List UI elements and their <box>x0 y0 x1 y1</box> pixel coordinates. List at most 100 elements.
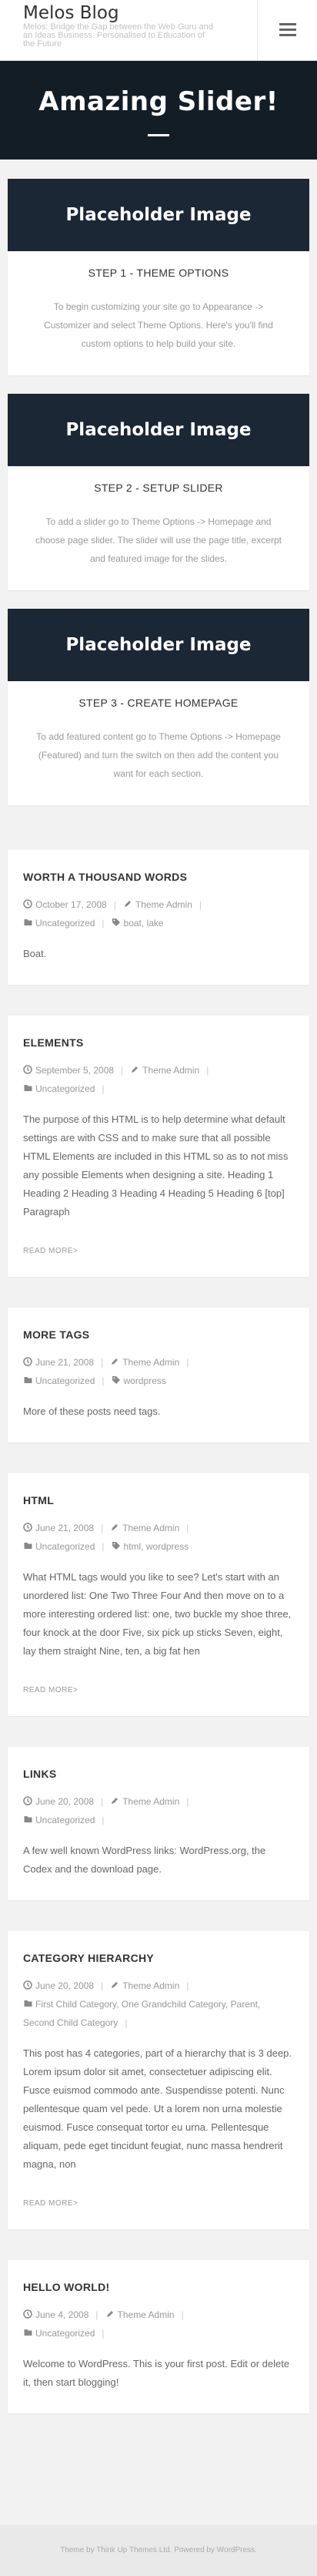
post-categories-link[interactable]: Uncategorized <box>35 1375 95 1386</box>
pencil-icon <box>130 1062 140 1073</box>
post-meta-line: June 21, 2008 | Theme Admin | <box>23 1353 294 1372</box>
post-categories-link[interactable]: Uncategorized <box>35 1815 95 1825</box>
post-author-link[interactable]: Theme Admin <box>122 1523 179 1533</box>
post-date-link[interactable]: June 20, 2008 <box>35 1796 94 1807</box>
post-excerpt: More of these posts need tags. <box>23 1406 161 1417</box>
post-taxonomy-line: Uncategorized | boat, lake <box>23 914 294 932</box>
meta-separator: | <box>186 1796 189 1807</box>
clock-icon <box>23 1354 33 1366</box>
post-title[interactable]: CATEGORY HIERARCHY <box>23 1952 294 1964</box>
slide-card: Placeholder Image STEP 1 - THEME OPTIONS… <box>8 179 309 375</box>
post-date-link[interactable]: October 17, 2008 <box>35 899 107 910</box>
meta-separator: | <box>101 1980 104 1991</box>
post-categories-link[interactable]: Uncategorized <box>35 1083 95 1094</box>
slide-text: To add featured content go to Theme Opti… <box>36 731 281 779</box>
post-author-link[interactable]: Theme Admin <box>135 899 192 910</box>
meta-separator: | <box>102 1815 105 1825</box>
meta-separator: | <box>181 2309 184 2320</box>
post-title[interactable]: HELLO WORLD! <box>23 2281 294 2293</box>
folder-icon <box>23 1080 33 1091</box>
slide-image[interactable]: Placeholder Image <box>8 394 309 466</box>
site-tagline: Melos: Bridge the Gap between the Web Gu… <box>23 22 213 49</box>
folder-icon <box>23 2325 33 2336</box>
meta-separator: | <box>199 899 202 910</box>
post-categories-link[interactable]: Uncategorized <box>35 918 95 929</box>
clock-icon <box>23 1793 33 1805</box>
meta-separator: | <box>186 1357 189 1368</box>
post-date-link[interactable]: September 5, 2008 <box>35 1065 114 1076</box>
slide-title[interactable]: STEP 3 - CREATE HOMEPAGE <box>8 681 309 709</box>
posts-list: WORTH A THOUSAND WORDS October 17, 2008 | T… <box>0 824 317 2413</box>
pencil-icon <box>110 1793 120 1804</box>
post-tags-link[interactable]: html, wordpress <box>124 1541 189 1552</box>
post-date-link[interactable]: June 4, 2008 <box>35 2309 88 2320</box>
post-meta-line: June 21, 2008 | Theme Admin | <box>23 1519 294 1537</box>
post-excerpt: The purpose of this HTML is to help dete… <box>23 1113 289 1217</box>
meta-separator: | <box>101 1357 104 1368</box>
post-taxonomy-line: First Child Category, One Grandchild Cat… <box>23 1995 294 2032</box>
meta-separator: | <box>102 1375 105 1386</box>
post-author-link[interactable]: Theme Admin <box>122 1357 179 1368</box>
folder-icon <box>23 1538 33 1549</box>
post-tags-link[interactable]: boat, lake <box>124 918 164 929</box>
meta-separator: | <box>186 1980 189 1991</box>
site-header: Melos Blog Melos: Bridge the Gap between… <box>0 0 317 61</box>
post-taxonomy-line: Uncategorized | <box>23 1080 294 1098</box>
read-more-link[interactable]: READ MORE> <box>23 1686 294 1694</box>
post-author-link[interactable]: Theme Admin <box>122 1980 179 1991</box>
meta-separator: | <box>101 1796 104 1807</box>
slide-card: Placeholder Image STEP 3 - CREATE HOMEPA… <box>8 609 309 805</box>
hero-banner: Amazing Slider! <box>0 61 317 160</box>
post-date-link[interactable]: June 21, 2008 <box>35 1523 94 1533</box>
clock-icon <box>23 2306 33 2319</box>
slide-image[interactable]: Placeholder Image <box>8 609 309 681</box>
site-title[interactable]: Melos Blog <box>23 3 119 23</box>
slides-section: Placeholder Image STEP 1 - THEME OPTIONS… <box>0 160 317 805</box>
post-title[interactable]: ELEMENTS <box>23 1036 294 1049</box>
folder-icon <box>23 1812 33 1822</box>
clock-icon <box>23 1977 33 1990</box>
post-date-link[interactable]: June 21, 2008 <box>35 1357 94 1368</box>
post-title[interactable]: MORE TAGS <box>23 1328 294 1341</box>
post-categories-link[interactable]: Uncategorized <box>35 2328 95 2339</box>
post-card: MORE TAGS June 21, 2008 | Theme Admin | Uncat… <box>8 1308 309 1442</box>
tag-icon <box>112 1538 122 1550</box>
pencil-icon <box>105 2306 115 2317</box>
folder-icon <box>23 915 33 925</box>
meta-separator: | <box>102 1083 105 1094</box>
menu-toggle-button[interactable] <box>257 0 317 60</box>
post-author-link[interactable]: Theme Admin <box>122 1796 179 1807</box>
read-more-link[interactable]: READ MORE> <box>23 1247 294 1255</box>
post-author-link[interactable]: Theme Admin <box>118 2309 175 2320</box>
post-title[interactable]: WORTH A THOUSAND WORDS <box>23 871 294 883</box>
slide-title[interactable]: STEP 1 - THEME OPTIONS <box>8 251 309 279</box>
post-tags-link[interactable]: wordpress <box>124 1375 166 1386</box>
meta-separator: | <box>121 1065 124 1076</box>
post-meta-line: September 5, 2008 | Theme Admin | <box>23 1061 294 1080</box>
site-footer: Theme by Think Up Themes Ltd. Powered by… <box>0 2525 317 2576</box>
post-card: HELLO WORLD! June 4, 2008 | Theme Admin | Unc… <box>8 2260 309 2413</box>
post-date-link[interactable]: June 20, 2008 <box>35 1980 94 1991</box>
meta-separator: | <box>113 899 116 910</box>
read-more-link[interactable]: READ MORE> <box>23 2199 294 2208</box>
slide-text: To begin customizing your site go to App… <box>44 301 273 349</box>
post-title[interactable]: HTML <box>23 1494 294 1506</box>
tag-icon <box>112 915 122 926</box>
post-meta-line: June 20, 2008 | Theme Admin | <box>23 1792 294 1811</box>
post-taxonomy-line: Uncategorized | <box>23 1811 294 1829</box>
pencil-icon <box>110 1520 120 1530</box>
post-excerpt: This post has 4 categories, part of a hi… <box>23 2047 292 2170</box>
meta-separator: | <box>125 2017 128 2028</box>
post-title[interactable]: LINKS <box>23 1768 294 1780</box>
post-excerpt: A few well known WordPress links: WordPr… <box>23 1845 266 1875</box>
slide-image[interactable]: Placeholder Image <box>8 179 309 251</box>
slide-text: To add a slider go to Theme Options -> H… <box>35 516 282 564</box>
post-author-link[interactable]: Theme Admin <box>142 1065 199 1076</box>
pencil-icon <box>110 1354 120 1365</box>
meta-separator: | <box>186 1523 189 1533</box>
post-categories-link[interactable]: First Child Category, One Grandchild Cat… <box>23 1999 260 2028</box>
post-categories-link[interactable]: Uncategorized <box>35 1541 95 1552</box>
post-meta-line: June 4, 2008 | Theme Admin | <box>23 2306 294 2324</box>
post-card: CATEGORY HIERARCHY June 20, 2008 | Theme Ad… <box>8 1931 309 2229</box>
slide-title[interactable]: STEP 2 - SETUP SLIDER <box>8 466 309 494</box>
